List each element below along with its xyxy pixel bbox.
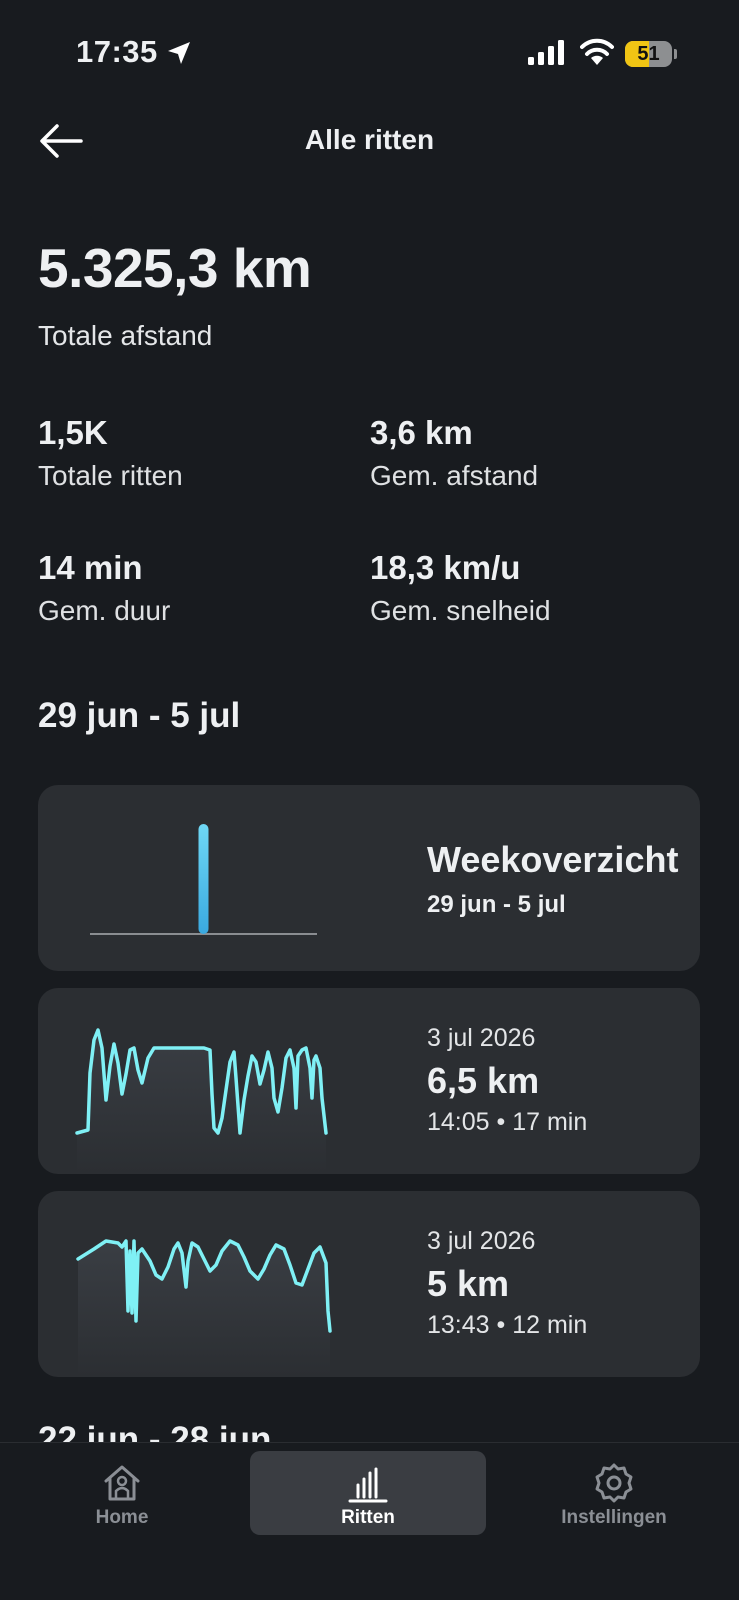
ride-card[interactable]: 3 jul 2026 5 km 13:43 • 12 min	[38, 1191, 700, 1377]
nav-instellingen[interactable]: Instellingen	[496, 1451, 732, 1535]
cellular-signal-icon	[528, 40, 564, 65]
stat-value: 3,6 km	[370, 414, 473, 451]
total-distance-value: 5.325,3 km	[38, 237, 312, 299]
ride-date: 3 jul 2026	[427, 1024, 536, 1052]
nav-ritten[interactable]: Ritten	[250, 1451, 486, 1535]
location-arrow-icon	[168, 42, 190, 64]
bottom-nav: Home Ritten Instellingen	[0, 1442, 739, 1600]
ride-time-duration: 13:43 • 12 min	[427, 1311, 588, 1339]
stat-value: 18,3 km/u	[370, 549, 521, 586]
bar-chart-icon	[348, 1467, 388, 1503]
stat-total-rides: 1,5K Totale ritten	[38, 414, 183, 492]
gear-icon	[595, 1463, 633, 1503]
status-time: 17:35	[76, 34, 158, 69]
ride-time-duration: 14:05 • 17 min	[427, 1108, 588, 1136]
week-overview-card[interactable]: Weekoverzicht 29 jun - 5 jul	[38, 785, 700, 971]
screen: 17:35 51 Alle ritten 5.325,3 km Totale a…	[0, 0, 739, 1600]
stat-label: Gem. snelheid	[370, 595, 551, 626]
stat-average-speed: 18,3 km/u Gem. snelheid	[370, 549, 551, 627]
battery-percentage: 51	[637, 43, 660, 65]
ride-date: 3 jul 2026	[427, 1227, 536, 1255]
chart-bar-do	[198, 824, 209, 934]
nav-label: Home	[95, 1507, 149, 1528]
stat-label: Gem. duur	[38, 595, 171, 626]
nav-label: Instellingen	[561, 1507, 667, 1528]
ride-distance: 6,5 km	[427, 1060, 540, 1101]
week-heading: 29 jun - 5 jul	[38, 696, 241, 735]
wifi-icon	[580, 38, 614, 65]
ride-card[interactable]: 3 jul 2026 6,5 km 14:05 • 17 min	[38, 988, 700, 1174]
stat-label: Gem. afstand	[370, 460, 539, 491]
week-bar-chart	[90, 824, 317, 935]
home-icon	[104, 1465, 140, 1501]
page-title: Alle ritten	[304, 124, 435, 155]
ride-speed-graph	[76, 1239, 332, 1377]
stat-average-duration: 14 min Gem. duur	[38, 549, 170, 627]
total-distance-label: Totale afstand	[38, 320, 213, 351]
stat-label: Totale ritten	[38, 460, 183, 491]
stat-average-distance: 3,6 km Gem. afstand	[370, 414, 538, 492]
status-bar: 17:35 51	[0, 0, 739, 100]
ride-distance: 5 km	[427, 1263, 510, 1304]
nav-home[interactable]: Home	[4, 1451, 240, 1535]
stat-value: 1,5K	[38, 414, 108, 451]
ride-speed-graph	[75, 1028, 328, 1174]
stat-value: 14 min	[38, 549, 143, 586]
battery-icon: 51	[625, 41, 677, 67]
nav-label: Ritten	[341, 1507, 395, 1528]
week-overview-range: 29 jun - 5 jul	[427, 891, 566, 918]
week-overview-title: Weekoverzicht	[427, 839, 679, 880]
